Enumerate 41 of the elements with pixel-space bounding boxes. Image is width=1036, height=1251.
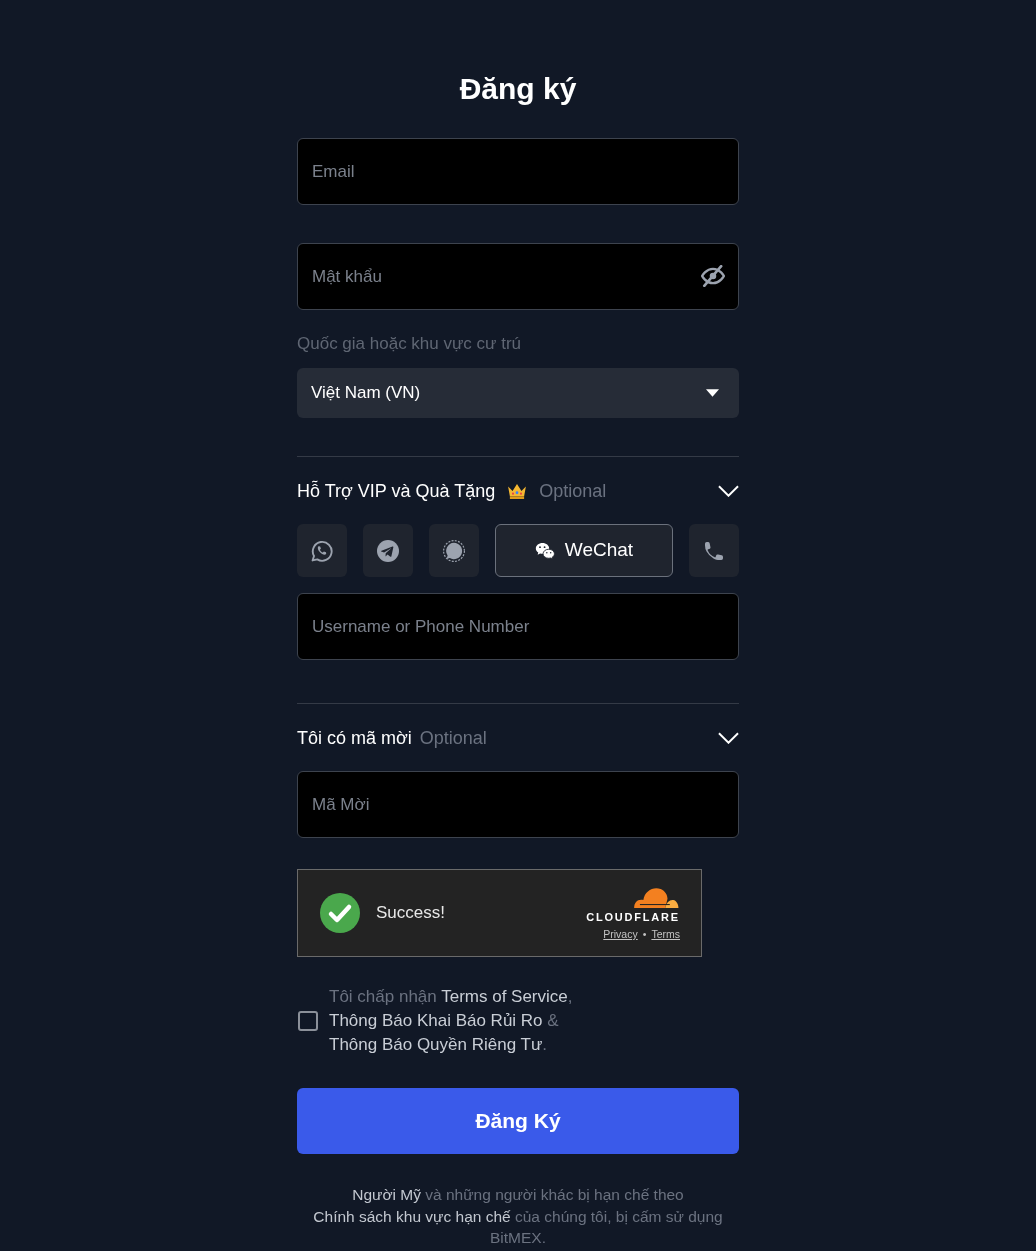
restriction-notice: Người Mỹ và những người khác bị hạn chế theo Chính sách khu vực hạn chế của chúng tôi, bị cấm sử dụng BitMEX.: [312, 1185, 724, 1248]
crown-icon: [507, 483, 528, 499]
policy-link[interactable]: Terms of Service: [441, 987, 568, 1006]
terms-text: Tôi chấp nhận Terms of Service, Thông Báo Khai Báo Rủi Ro & Thông Báo Quyền Riêng Tư.: [329, 986, 574, 1056]
email-field[interactable]: Email: [297, 138, 739, 205]
country-label: Quốc gia hoặc khu vực cư trú: [297, 333, 523, 355]
contact-field[interactable]: Username or Phone Number: [297, 593, 739, 660]
terms-checkbox[interactable]: [298, 1011, 318, 1031]
contact-method-button[interactable]: WeChat: [495, 524, 673, 577]
referral-code-field[interactable]: Mã Mời: [297, 771, 739, 838]
contact-method-button[interactable]: [297, 524, 347, 577]
contact-method-button[interactable]: [429, 524, 479, 577]
country-select[interactable]: Việt Nam (VN): [297, 368, 739, 418]
phone-bubble-icon: [311, 539, 333, 562]
section-title: Hỗ Trợ VIP và Quà Tặng: [297, 479, 496, 503]
paper-plane-icon: [377, 539, 399, 562]
caret-down-icon: [706, 389, 719, 397]
captcha-status: Success!: [376, 902, 445, 925]
chat-bubbles-icon: [534, 542, 555, 559]
link-separator: •: [642, 928, 647, 941]
chat-bubble-icon: [443, 539, 465, 562]
section-title: Tôi có mã mời: [297, 726, 412, 750]
policy-link[interactable]: Thông Báo Quyền Riêng Tư: [329, 1035, 543, 1054]
contact-method-button[interactable]: [689, 524, 739, 577]
optional-label: Optional: [419, 726, 487, 750]
page-title: Đăng ký: [458, 71, 578, 107]
contact-method-button[interactable]: [363, 524, 413, 577]
eye-slash-icon[interactable]: [701, 265, 725, 287]
cloud-icon: [632, 885, 680, 908]
brand-wordmark: CLOUDFLARE: [586, 910, 680, 924]
chevron-down-icon[interactable]: [718, 732, 739, 744]
policy-link[interactable]: Thông Báo Khai Báo Rủi Ro: [329, 1011, 543, 1030]
chevron-down-icon[interactable]: [718, 485, 739, 497]
submit-button[interactable]: Đăng Ký: [297, 1088, 739, 1154]
password-field[interactable]: Mật khẩu: [297, 243, 739, 310]
policy-link[interactable]: Người Mỹ: [352, 1186, 421, 1203]
privacy-link[interactable]: Privacy: [603, 928, 638, 941]
terms-link[interactable]: Terms: [651, 928, 680, 941]
optional-label: Optional: [539, 479, 607, 503]
policy-link[interactable]: Chính sách khu vực hạn chế: [313, 1207, 511, 1225]
phone-icon: [705, 541, 723, 560]
